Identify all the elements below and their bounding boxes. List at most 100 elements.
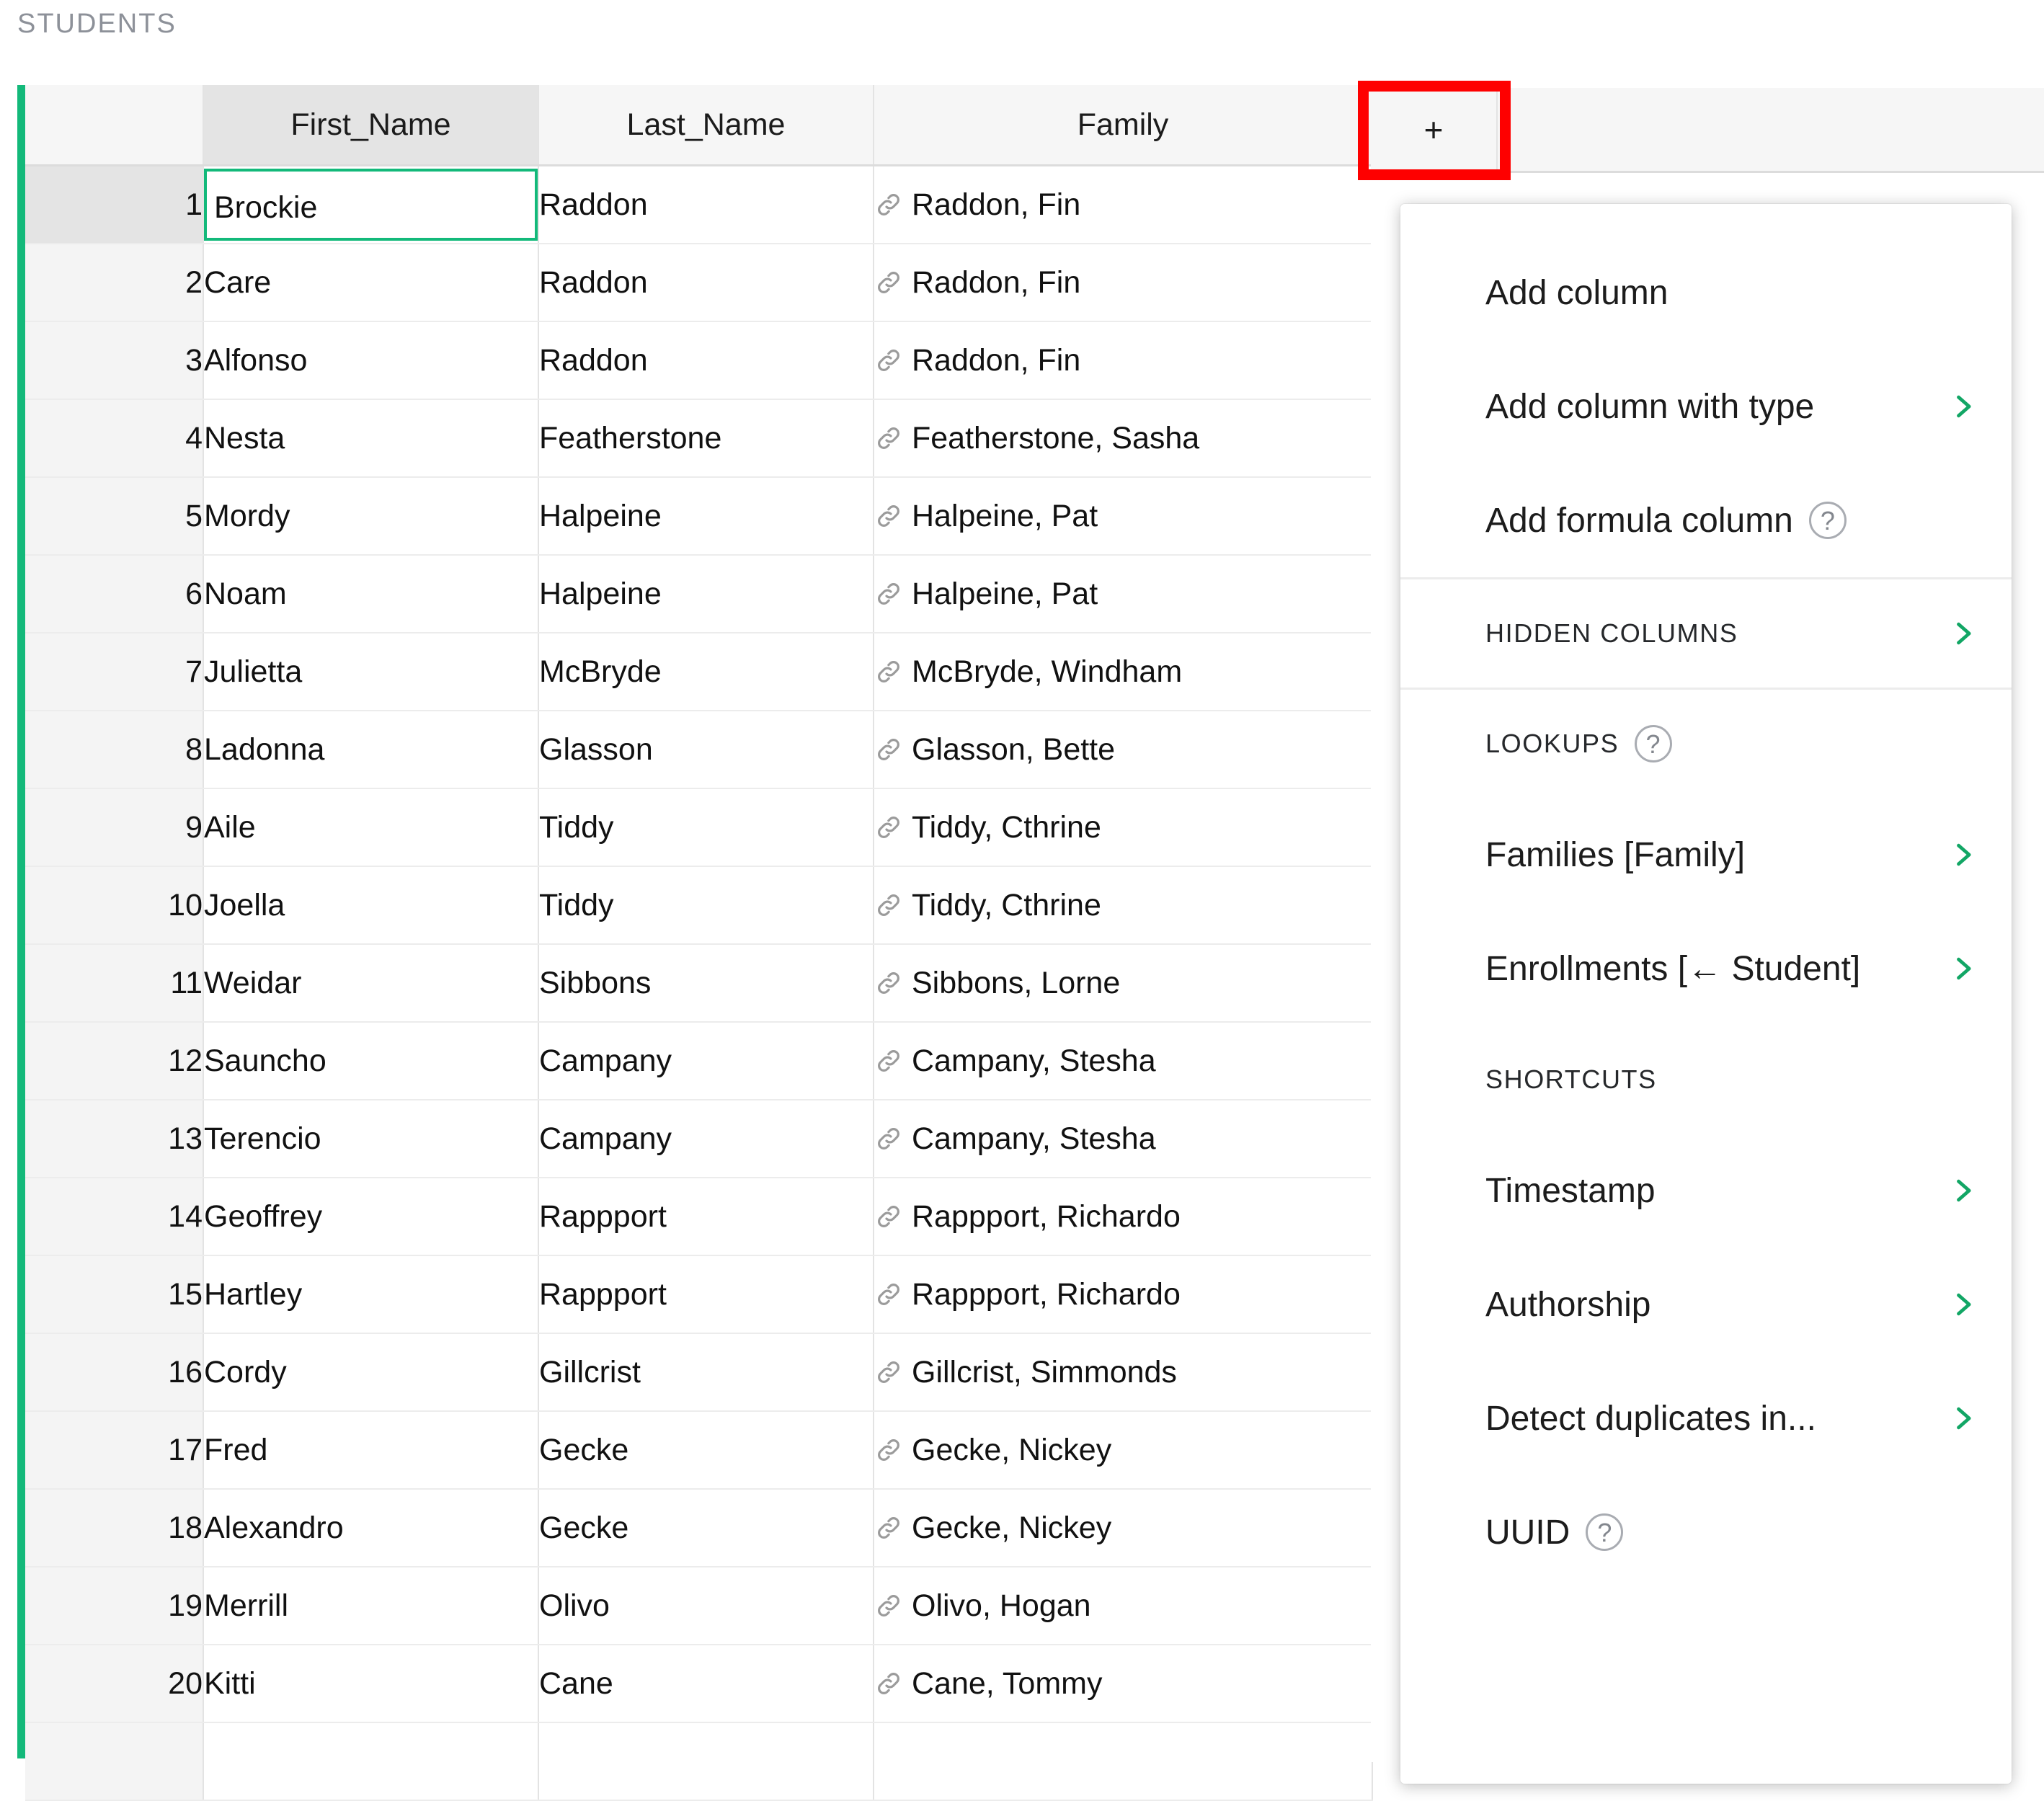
cell-last-name[interactable]: Halpeine: [538, 555, 874, 633]
cell-last-name[interactable]: Campany: [538, 1100, 874, 1178]
cell-first-name[interactable]: Geoffrey: [203, 1178, 539, 1256]
cell-first-name[interactable]: Nesta: [203, 399, 539, 478]
column-header-last-name[interactable]: Last_Name: [538, 85, 874, 166]
cell-last-name[interactable]: Olivo: [538, 1567, 874, 1645]
cell-first-name[interactable]: Merrill: [203, 1567, 539, 1645]
table-row[interactable]: 3 Alfonso Raddon Raddon, Fin: [25, 321, 1373, 400]
family-link[interactable]: Halpeine, Pat: [874, 478, 1371, 553]
cell-first-name[interactable]: Hartley: [203, 1255, 539, 1334]
family-link[interactable]: Raddon, Fin: [874, 322, 1371, 398]
cell-family[interactable]: Tiddy, Cthrine: [874, 788, 1373, 867]
cell-family[interactable]: Olivo, Hogan: [874, 1567, 1373, 1645]
row-number[interactable]: 16: [25, 1333, 204, 1412]
cell-first-name[interactable]: [203, 1722, 539, 1801]
row-number[interactable]: 4: [25, 399, 204, 478]
new-record-row[interactable]: [25, 1722, 1373, 1801]
table-row[interactable]: 4 Nesta Featherstone Featherstone, Sasha: [25, 399, 1373, 478]
cell-family[interactable]: Rappport, Richardo: [874, 1178, 1373, 1256]
table-row[interactable]: 17 Fred Gecke Gecke, Nickey: [25, 1411, 1373, 1490]
table-row[interactable]: 9 Aile Tiddy Tiddy, Cthrine: [25, 788, 1373, 867]
cell-first-name[interactable]: Mordy: [203, 477, 539, 556]
cell-family[interactable]: Tiddy, Cthrine: [874, 866, 1373, 945]
menu-item-lookup-enrollments[interactable]: Enrollments [← Student]: [1400, 912, 2012, 1026]
row-number[interactable]: 9: [25, 788, 204, 867]
cell-family[interactable]: Raddon, Fin: [874, 165, 1373, 244]
row-number[interactable]: 19: [25, 1567, 204, 1645]
family-link[interactable]: Tiddy, Cthrine: [874, 789, 1371, 865]
cell-last-name[interactable]: Cane: [538, 1645, 874, 1723]
table-row[interactable]: 1 Brockie Raddon Raddon, Fin: [25, 165, 1373, 244]
table-row[interactable]: 19 Merrill Olivo Olivo, Hogan: [25, 1567, 1373, 1645]
family-link[interactable]: Sibbons, Lorne: [874, 945, 1371, 1020]
table-row[interactable]: 15 Hartley Rappport Rappport, Richardo: [25, 1255, 1373, 1334]
column-header-first-name[interactable]: First_Name: [203, 85, 539, 166]
menu-item-lookup-families[interactable]: Families [Family]: [1400, 798, 2012, 912]
cell-last-name[interactable]: Sibbons: [538, 944, 874, 1023]
row-number[interactable]: 2: [25, 244, 204, 322]
family-link[interactable]: Raddon, Fin: [874, 166, 1371, 242]
table-row[interactable]: 5 Mordy Halpeine Halpeine, Pat: [25, 477, 1373, 556]
table-row[interactable]: 11 Weidar Sibbons Sibbons, Lorne: [25, 944, 1373, 1023]
cell-first-name[interactable]: Ladonna: [203, 711, 539, 789]
cell-first-name[interactable]: Julietta: [203, 633, 539, 711]
help-icon[interactable]: ?: [1635, 725, 1673, 762]
family-link[interactable]: Raddon, Fin: [874, 244, 1371, 320]
table-row[interactable]: 18 Alexandro Gecke Gecke, Nickey: [25, 1489, 1373, 1567]
cell-first-name[interactable]: Aile: [203, 788, 539, 867]
menu-item-add-column[interactable]: Add column: [1400, 236, 2012, 350]
family-link[interactable]: Rappport, Richardo: [874, 1178, 1371, 1254]
cell-family[interactable]: Halpeine, Pat: [874, 555, 1373, 633]
cell-last-name[interactable]: Raddon: [538, 244, 874, 322]
cell-last-name[interactable]: [538, 1722, 874, 1801]
row-number[interactable]: 7: [25, 633, 204, 711]
cell-family[interactable]: Raddon, Fin: [874, 244, 1373, 322]
family-link[interactable]: Glasson, Bette: [874, 711, 1371, 787]
row-number[interactable]: 5: [25, 477, 204, 556]
table-row[interactable]: 7 Julietta McBryde McBryde, Windham: [25, 633, 1373, 711]
cell-last-name[interactable]: Rappport: [538, 1178, 874, 1256]
row-number[interactable]: 8: [25, 711, 204, 789]
row-number[interactable]: 3: [25, 321, 204, 400]
row-number[interactable]: 15: [25, 1255, 204, 1334]
menu-item-uuid[interactable]: UUID ?: [1400, 1475, 2012, 1589]
column-header-family[interactable]: Family: [874, 85, 1373, 166]
cell-last-name[interactable]: Gecke: [538, 1489, 874, 1567]
cell-last-name[interactable]: Tiddy: [538, 788, 874, 867]
cell-first-name[interactable]: Weidar: [203, 944, 539, 1023]
cell-family[interactable]: Featherstone, Sasha: [874, 399, 1373, 478]
menu-item-authorship[interactable]: Authorship: [1400, 1248, 2012, 1361]
add-column-menu[interactable]: Add column Add column with type Add form…: [1400, 204, 2012, 1784]
cell-first-name[interactable]: Fred: [203, 1411, 539, 1490]
cell-family[interactable]: Rappport, Richardo: [874, 1255, 1373, 1334]
family-link[interactable]: McBryde, Windham: [874, 633, 1371, 709]
table-row[interactable]: 10 Joella Tiddy Tiddy, Cthrine: [25, 866, 1373, 945]
family-link[interactable]: Campany, Stesha: [874, 1023, 1371, 1098]
cell-first-name[interactable]: Care: [203, 244, 539, 322]
cell-last-name[interactable]: Campany: [538, 1022, 874, 1100]
cell-last-name[interactable]: McBryde: [538, 633, 874, 711]
row-number[interactable]: 13: [25, 1100, 204, 1178]
family-link[interactable]: Cane, Tommy: [874, 1645, 1371, 1721]
family-link[interactable]: Featherstone, Sasha: [874, 400, 1371, 476]
row-number[interactable]: 18: [25, 1489, 204, 1567]
cell-family[interactable]: [874, 1722, 1373, 1801]
cell-family[interactable]: Raddon, Fin: [874, 321, 1373, 400]
cell-last-name[interactable]: Featherstone: [538, 399, 874, 478]
table-row[interactable]: 16 Cordy Gillcrist Gillcrist, Simmonds: [25, 1333, 1373, 1412]
row-number[interactable]: 6: [25, 555, 204, 633]
family-link[interactable]: Gecke, Nickey: [874, 1412, 1371, 1488]
row-number[interactable]: 17: [25, 1411, 204, 1490]
table-row[interactable]: 12 Sauncho Campany Campany, Stesha: [25, 1022, 1373, 1100]
family-link[interactable]: Campany, Stesha: [874, 1100, 1371, 1176]
cell-last-name[interactable]: Rappport: [538, 1255, 874, 1334]
row-number[interactable]: 12: [25, 1022, 204, 1100]
cell-family[interactable]: Sibbons, Lorne: [874, 944, 1373, 1023]
menu-item-add-column-with-type[interactable]: Add column with type: [1400, 350, 2012, 463]
menu-item-add-formula-column[interactable]: Add formula column ?: [1400, 463, 2012, 577]
cell-family[interactable]: Gecke, Nickey: [874, 1489, 1373, 1567]
family-link[interactable]: Tiddy, Cthrine: [874, 867, 1371, 943]
table-row[interactable]: 14 Geoffrey Rappport Rappport, Richardo: [25, 1178, 1373, 1256]
cell-first-name[interactable]: Alexandro: [203, 1489, 539, 1567]
cell-first-name[interactable]: Terencio: [203, 1100, 539, 1178]
cell-last-name[interactable]: Tiddy: [538, 866, 874, 945]
